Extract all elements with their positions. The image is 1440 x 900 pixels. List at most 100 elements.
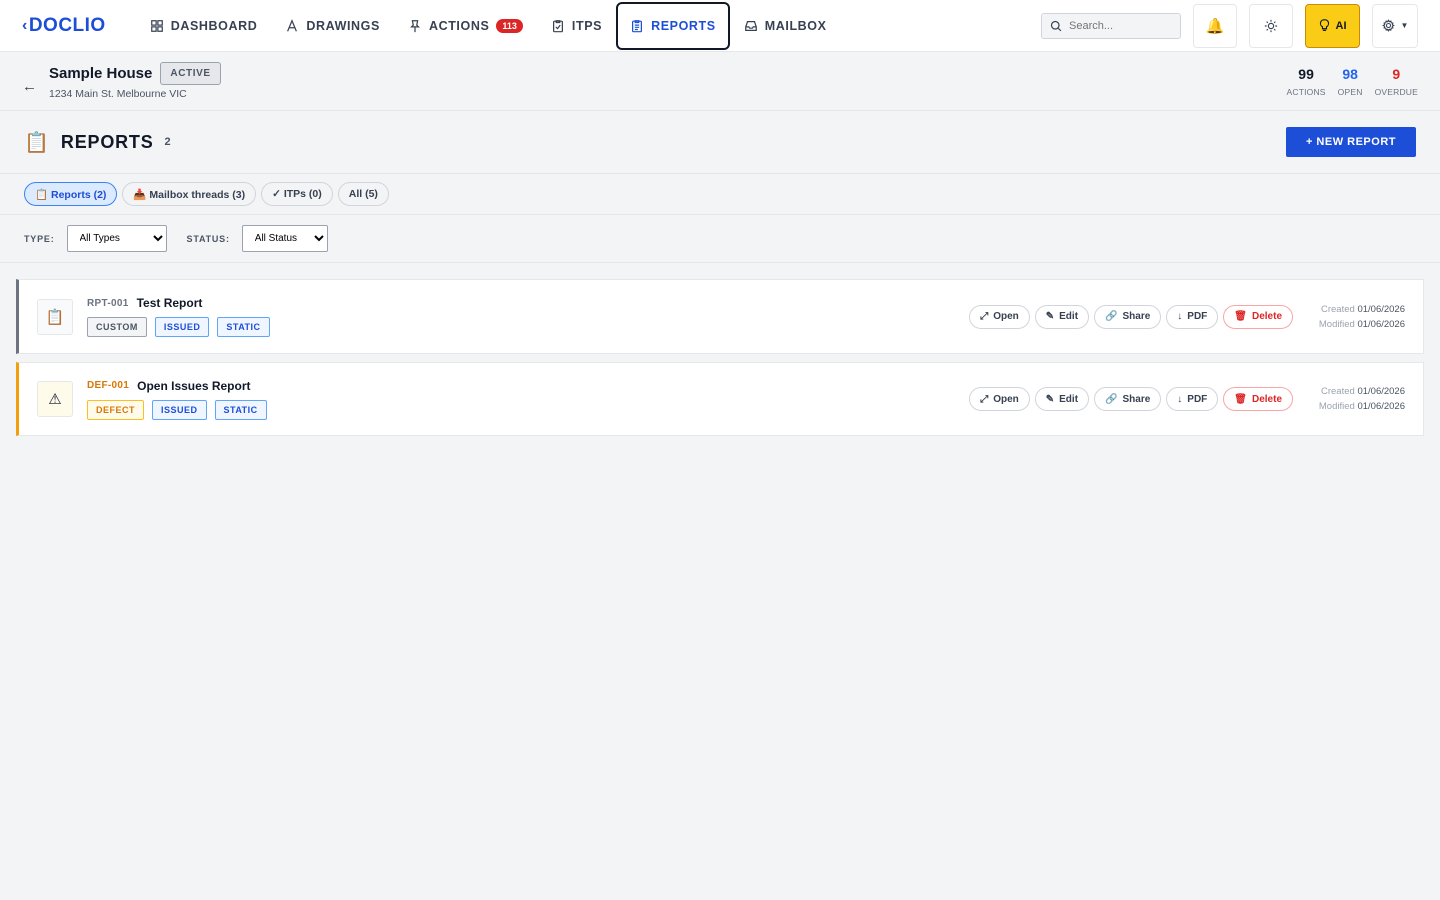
project-stats: 99 ACTIONS 98 OPEN 9 OVERDUE — [1286, 66, 1418, 97]
ai-label: AI — [1335, 19, 1347, 32]
pdf-label: PDF — [1187, 311, 1208, 322]
nav-item-reports[interactable]: REPORTS — [616, 1, 730, 50]
share-button[interactable]: 🔗 Share — [1094, 304, 1162, 329]
settings-menu-button[interactable]: ▼ — [1372, 3, 1418, 48]
caret-down-icon: ▼ — [1400, 21, 1409, 30]
gear-icon — [1381, 19, 1395, 32]
stat-overdue[interactable]: 9 OVERDUE — [1375, 66, 1418, 97]
share-label: Share — [1122, 393, 1151, 405]
expand-icon: ⤢ — [980, 393, 989, 405]
nav-label: DRAWINGS — [306, 18, 380, 33]
report-actions: ⤢ Open ✎ Edit 🔗 Share ↓ PDF 🗑 Delete — [969, 387, 1293, 411]
report-card[interactable]: ⚠ DEF-001 Open Issues Report DEFECT ISSU… — [16, 362, 1424, 436]
nav-items: DASHBOARD DRAWINGS ACTIONS 113 ITPS REPO… — [136, 0, 841, 52]
delete-button[interactable]: 🗑 Delete — [1223, 387, 1293, 411]
status-filter-select[interactable]: All Status — [241, 225, 328, 252]
pencil-icon: ✎ — [1045, 311, 1055, 322]
bell-icon: 🔔 — [1205, 17, 1225, 35]
stat-value: 98 — [1342, 65, 1358, 82]
link-icon: 🔗 — [1105, 393, 1118, 405]
type-filter-select[interactable]: All Types — [66, 225, 167, 252]
stat-value: 9 — [1392, 65, 1401, 82]
nav-item-itps[interactable]: ITPS — [537, 2, 616, 50]
download-icon: ↓ — [1177, 393, 1183, 405]
page-title: REPORTS — [60, 131, 154, 152]
tab-itps[interactable]: ✓ ITPs (0) — [261, 182, 333, 206]
sun-icon — [1264, 19, 1278, 32]
created-label: Created — [1321, 386, 1355, 397]
tab-mailbox-threads[interactable]: 📥 Mailbox threads (3) — [122, 182, 257, 206]
nav-label: REPORTS — [651, 18, 716, 33]
notifications-button[interactable]: 🔔 — [1193, 3, 1237, 48]
search-input[interactable] — [1069, 19, 1169, 32]
modified-date: 01/06/2026 — [1357, 318, 1405, 330]
stat-open[interactable]: 98 OPEN — [1338, 66, 1363, 97]
clipboard-icon: 📋 — [24, 131, 49, 154]
tab-reports[interactable]: 📋 Reports (2) — [24, 182, 118, 206]
open-label: Open — [993, 393, 1019, 405]
report-dates: Created 01/06/2026 Modified 01/06/2026 — [1317, 302, 1405, 332]
logo-text: DOCLIO — [28, 14, 106, 36]
report-title[interactable]: Open Issues Report — [137, 379, 250, 393]
stat-actions[interactable]: 99 ACTIONS — [1286, 66, 1325, 97]
type-filter-label: TYPE: — [24, 233, 55, 244]
new-report-button[interactable]: + NEW REPORT — [1285, 127, 1416, 157]
report-type-icon: 📋 — [37, 298, 73, 335]
type-tag: DEFECT — [87, 399, 144, 420]
pin-icon — [409, 19, 420, 32]
pdf-button[interactable]: ↓ PDF — [1166, 387, 1219, 411]
report-dates: Created 01/06/2026 Modified 01/06/2026 — [1317, 384, 1405, 414]
report-id: RPT-001 — [87, 297, 129, 309]
trash-icon: 🗑 — [1234, 311, 1247, 322]
grid-icon — [150, 19, 163, 32]
delete-button[interactable]: 🗑 Delete — [1223, 304, 1293, 329]
status-filter-label: STATUS: — [186, 233, 230, 244]
doclio-logo[interactable]: ‹ DOCLIO — [22, 15, 106, 37]
nav-item-actions[interactable]: ACTIONS 113 — [394, 2, 537, 50]
edit-button[interactable]: ✎ Edit — [1034, 387, 1090, 411]
stat-label: OPEN — [1337, 86, 1363, 97]
page-title-row: 📋 REPORTS 2 + NEW REPORT — [0, 111, 1440, 174]
inbox-icon — [744, 20, 757, 31]
tab-all[interactable]: All (5) — [337, 182, 389, 206]
mode-tag: STATIC — [217, 317, 270, 337]
delete-label: Delete — [1251, 393, 1282, 405]
nav-right: 🔔 AI ▼ — [1041, 3, 1418, 48]
nav-item-drawings[interactable]: DRAWINGS — [271, 2, 394, 50]
actions-count-badge: 113 — [496, 18, 523, 33]
ai-button[interactable]: AI — [1305, 3, 1360, 48]
nav-label: MAILBOX — [764, 18, 827, 33]
open-label: Open — [993, 311, 1019, 322]
nav-item-dashboard[interactable]: DASHBOARD — [136, 2, 272, 50]
pen-icon — [287, 18, 298, 31]
nav-label: ITPS — [571, 18, 603, 33]
report-title[interactable]: Test Report — [137, 296, 203, 310]
back-arrow-icon[interactable]: ← — [22, 78, 37, 95]
share-label: Share — [1122, 311, 1151, 322]
report-card[interactable]: 📋 RPT-001 Test Report CUSTOM ISSUED STAT… — [16, 279, 1424, 354]
type-tag: CUSTOM — [87, 317, 147, 337]
modified-label: Modified — [1318, 401, 1355, 412]
pencil-icon: ✎ — [1045, 393, 1055, 405]
clipboard-icon — [632, 19, 643, 32]
project-status-badge: ACTIVE — [160, 62, 221, 85]
pdf-button[interactable]: ↓ PDF — [1166, 304, 1219, 329]
clipboard-check-icon — [552, 19, 563, 32]
open-button[interactable]: ⤢ Open — [969, 387, 1030, 411]
nav-label: DASHBOARD — [170, 18, 258, 33]
project-address: 1234 Main St. Melbourne VIC — [49, 88, 187, 100]
nav-item-mailbox[interactable]: MAILBOX — [730, 2, 841, 50]
edit-label: Edit — [1059, 393, 1079, 405]
report-actions: ⤢ Open ✎ Edit 🔗 Share ↓ PDF 🗑 Delete — [969, 304, 1293, 329]
mode-tag: STATIC — [214, 399, 267, 420]
page-count: 2 — [164, 136, 171, 148]
link-icon: 🔗 — [1105, 311, 1118, 322]
edit-button[interactable]: ✎ Edit — [1034, 304, 1090, 329]
chevron-left-icon: ‹ — [22, 16, 28, 34]
share-button[interactable]: 🔗 Share — [1094, 387, 1162, 411]
theme-toggle-button[interactable] — [1249, 3, 1293, 48]
delete-label: Delete — [1251, 311, 1282, 322]
report-list: 📋 RPT-001 Test Report CUSTOM ISSUED STAT… — [0, 263, 1440, 436]
open-button[interactable]: ⤢ Open — [969, 304, 1030, 329]
expand-icon: ⤢ — [980, 311, 989, 322]
